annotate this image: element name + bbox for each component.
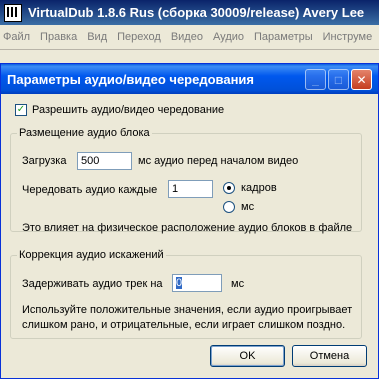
unit-frames-label: кадров	[241, 182, 277, 194]
delay-input[interactable]: 0	[172, 274, 222, 292]
unit-ms-radio[interactable]	[223, 201, 235, 213]
menu-tools[interactable]: Инструме	[320, 31, 379, 43]
dialog-title: Параметры аудио/видео чередования	[7, 71, 255, 87]
dialog-content: ✓ Разрешить аудио/видео чередование Разм…	[1, 94, 378, 378]
preload-suffix: мс аудио перед началом видео	[138, 155, 299, 167]
menu-go[interactable]: Переход	[114, 31, 168, 43]
preload-input[interactable]: 500	[77, 152, 132, 170]
maximize-button[interactable]: □	[328, 69, 349, 90]
menu-view[interactable]: Вид	[84, 31, 114, 43]
skew-group-legend: Коррекция аудио искажений	[19, 249, 164, 261]
menu-edit[interactable]: Правка	[37, 31, 84, 43]
skew-hint-line2: слишком рано, и отрицательные, если игра…	[22, 319, 346, 331]
interleave-label: Чередовать аудио каждые	[22, 184, 158, 196]
menu-options[interactable]: Параметры	[251, 31, 320, 43]
app-menubar: Файл Правка Вид Переход Видео Аудио Пара…	[0, 25, 379, 50]
enable-interleave-checkbox[interactable]: ✓ Разрешить аудио/видео чередование	[15, 104, 224, 116]
menu-video[interactable]: Видео	[168, 31, 210, 43]
film-icon	[4, 3, 22, 22]
placement-group-legend: Размещение аудио блока	[19, 127, 150, 139]
ok-button[interactable]: OK	[210, 345, 285, 367]
unit-frames-radio[interactable]	[223, 182, 235, 194]
menu-audio[interactable]: Аудио	[210, 31, 251, 43]
checkbox-box[interactable]: ✓	[15, 104, 27, 116]
app-titlebar: VirtualDub 1.8.6 Rus (сборка 30009/relea…	[0, 0, 379, 25]
unit-ms-label: мс	[241, 201, 255, 213]
delay-label: Задерживать аудио трек на	[22, 278, 163, 290]
close-button[interactable]: ✕	[351, 69, 372, 90]
delay-value: 0	[176, 277, 183, 289]
delay-unit: мс	[231, 278, 245, 290]
interleave-dialog: Параметры аудио/видео чередования _ □ ✕ …	[0, 63, 379, 379]
placement-note: Это влияет на физическое расположение ау…	[22, 222, 353, 234]
dialog-titlebar[interactable]: Параметры аудио/видео чередования _ □ ✕	[1, 64, 378, 94]
menu-file[interactable]: Файл	[0, 31, 37, 43]
minimize-button[interactable]: _	[305, 69, 326, 90]
skew-hint-line1: Используйте положительные значения, если…	[22, 304, 353, 316]
app-title: VirtualDub 1.8.6 Rus (сборка 30009/relea…	[28, 5, 365, 20]
preload-label: Загрузка	[22, 155, 67, 167]
cancel-button[interactable]: Отмена	[292, 345, 367, 367]
enable-interleave-label: Разрешить аудио/видео чередование	[32, 104, 225, 116]
interleave-input[interactable]: 1	[168, 180, 213, 198]
audio-skew-correction-group: Коррекция аудио искажений Задерживать ау…	[10, 249, 362, 339]
audio-block-placement-group: Размещение аудио блока Загрузка 500 мс а…	[10, 127, 362, 234]
